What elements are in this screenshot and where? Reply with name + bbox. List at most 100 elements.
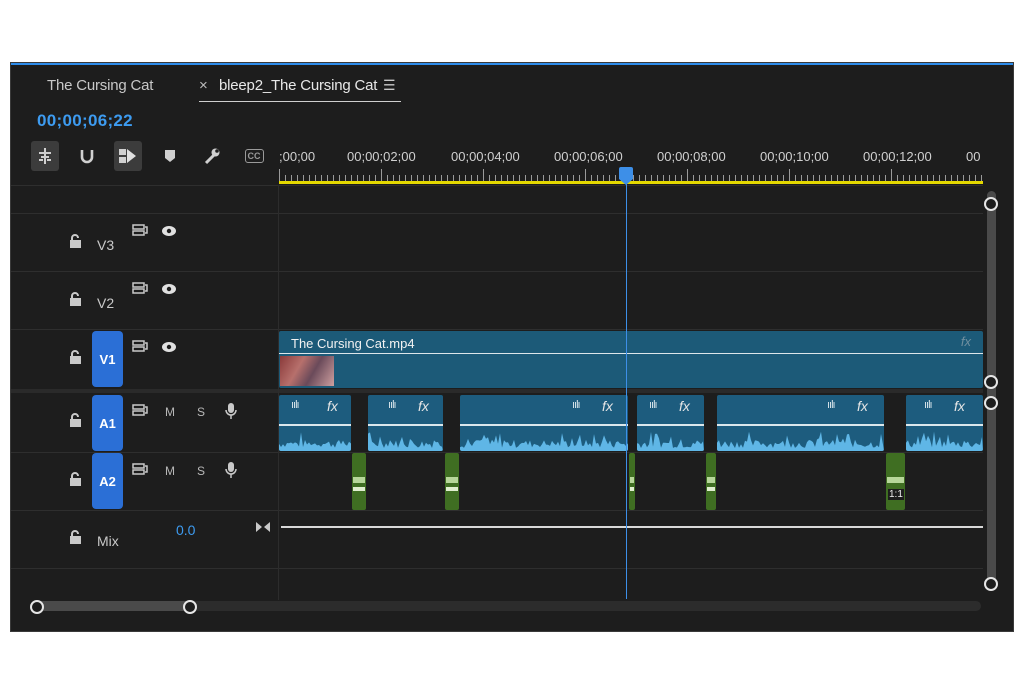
bleep-clip[interactable]: 1:1: [886, 453, 905, 510]
playhead-line[interactable]: [626, 173, 627, 599]
timeline-panel: The Cursing Cat × bleep2_The Cursing Cat…: [10, 62, 1014, 632]
clip-volume-line: [460, 424, 628, 426]
ruler-tick-label: 00;00;08;00: [657, 149, 726, 164]
fx-badge: fx: [857, 398, 868, 414]
clip-volume-line: [368, 424, 443, 426]
linked-selection-icon[interactable]: [114, 141, 142, 171]
playhead-handle[interactable]: [619, 167, 633, 185]
panel-menu-icon[interactable]: ☰: [383, 77, 396, 94]
eye-icon[interactable]: [161, 224, 177, 240]
insert-snap-icon[interactable]: [31, 141, 59, 171]
lock-icon[interactable]: [69, 413, 82, 432]
scroll-handle-bottom[interactable]: [984, 577, 998, 591]
tab-close-icon[interactable]: ×: [199, 77, 208, 94]
track-header-v3: V3: [11, 213, 278, 271]
sync-lock-icon[interactable]: [132, 282, 148, 297]
horizontal-scroll-thumb[interactable]: [31, 601, 191, 611]
bleep-clip[interactable]: [352, 453, 366, 510]
mix-volume-line[interactable]: [281, 526, 983, 528]
wrench-icon[interactable]: [198, 141, 226, 171]
ruler-tick-label: 00;00;10;00: [760, 149, 829, 164]
lock-icon[interactable]: [69, 530, 82, 549]
fx-badge: fx: [418, 398, 429, 414]
track-header-v2: V2: [11, 271, 278, 329]
sync-lock-icon[interactable]: [132, 463, 148, 478]
track-header-divider: [278, 185, 279, 600]
ruler-tick-label: 00;00;06;00: [554, 149, 623, 164]
microphone-icon[interactable]: [225, 461, 237, 482]
clip-volume-line: [637, 424, 704, 426]
solo-button[interactable]: S: [197, 464, 205, 478]
playhead-timecode[interactable]: 00;00;06;22: [37, 111, 133, 131]
active-tab-underline: [199, 101, 401, 102]
clip-badge: 1:1: [888, 489, 904, 500]
eye-icon[interactable]: [161, 282, 177, 298]
fx-badge: fx: [602, 398, 613, 414]
fx-badge: fx: [960, 334, 971, 349]
magnet-icon[interactable]: [73, 141, 101, 171]
ruler-tick-label: ;00;00: [279, 149, 316, 164]
tab-bleep2-the-cursing-cat[interactable]: bleep2_The Cursing Cat: [219, 77, 377, 94]
waveform-icon: ıılı: [649, 399, 658, 411]
fx-badge: fx: [679, 398, 690, 414]
audio-waveform: [906, 431, 983, 451]
audio-clip[interactable]: ıılı fx: [368, 395, 443, 451]
track-header-mix: Mix: [11, 510, 278, 568]
sync-lock-icon[interactable]: [132, 404, 148, 419]
ruler-tick-label: 00: [966, 149, 981, 164]
waveform-icon: ıılı: [827, 399, 836, 411]
tab-the-cursing-cat[interactable]: The Cursing Cat: [47, 77, 153, 94]
audio-waveform: [460, 433, 628, 451]
bleep-clip[interactable]: [445, 453, 459, 510]
fx-badge: fx: [327, 398, 338, 414]
track-name-v2[interactable]: V2: [97, 295, 114, 311]
captions-icon[interactable]: CC: [240, 141, 268, 171]
mix-volume-value[interactable]: 0.0: [176, 522, 195, 538]
clip-thumbnail: [280, 356, 334, 386]
zoom-handle-right[interactable]: [183, 600, 197, 614]
zoom-handle-left[interactable]: [30, 600, 44, 614]
track-target-v1[interactable]: V1: [92, 331, 123, 387]
panel-focus-border: [11, 63, 1013, 65]
mute-button[interactable]: M: [165, 464, 175, 478]
clip-volume-line: [279, 424, 351, 426]
audio-clip[interactable]: ıılı fx: [460, 395, 628, 451]
mute-button[interactable]: M: [165, 405, 175, 419]
audio-clip[interactable]: ıılı fx: [279, 395, 351, 451]
video-clip[interactable]: The Cursing Cat.mp4 fx: [279, 331, 983, 388]
bleep-clip[interactable]: [706, 453, 716, 510]
track-target-a1[interactable]: A1: [92, 395, 123, 451]
clip-volume-line: [279, 353, 983, 354]
track-target-a2[interactable]: A2: [92, 453, 123, 509]
marker-icon[interactable]: [156, 141, 184, 171]
audio-clip[interactable]: ıılı fx: [906, 395, 983, 451]
audio-clip[interactable]: ıılı fx: [637, 395, 704, 451]
scroll-handle-top[interactable]: [984, 396, 998, 410]
lock-icon[interactable]: [69, 350, 82, 369]
clip-name: The Cursing Cat.mp4: [291, 336, 415, 351]
ruler-tick-label: 00;00;04;00: [451, 149, 520, 164]
sync-lock-icon[interactable]: [132, 224, 148, 239]
ruler-tick-label: 00;00;12;00: [863, 149, 932, 164]
bleep-clip[interactable]: [629, 453, 635, 510]
sync-lock-icon[interactable]: [132, 340, 148, 355]
microphone-icon[interactable]: [225, 402, 237, 423]
lock-icon[interactable]: [69, 234, 82, 253]
audio-clip[interactable]: ıılı fx: [717, 395, 884, 451]
waveform-icon: ıılı: [388, 399, 397, 411]
scroll-handle-top[interactable]: [984, 197, 998, 211]
waveform-icon: ıılı: [572, 399, 581, 411]
solo-button[interactable]: S: [197, 405, 205, 419]
go-to-end-icon[interactable]: [255, 520, 271, 536]
track-divider: [11, 185, 983, 186]
lock-icon[interactable]: [69, 292, 82, 311]
audio-waveform: [368, 432, 443, 451]
clip-volume-line: [717, 424, 884, 426]
scroll-handle-bottom[interactable]: [984, 375, 998, 389]
fx-badge: fx: [954, 398, 965, 414]
eye-icon[interactable]: [161, 340, 177, 356]
track-name-v3[interactable]: V3: [97, 237, 114, 253]
audio-waveform: [279, 432, 351, 451]
audio-waveform: [637, 431, 704, 451]
lock-icon[interactable]: [69, 472, 82, 491]
